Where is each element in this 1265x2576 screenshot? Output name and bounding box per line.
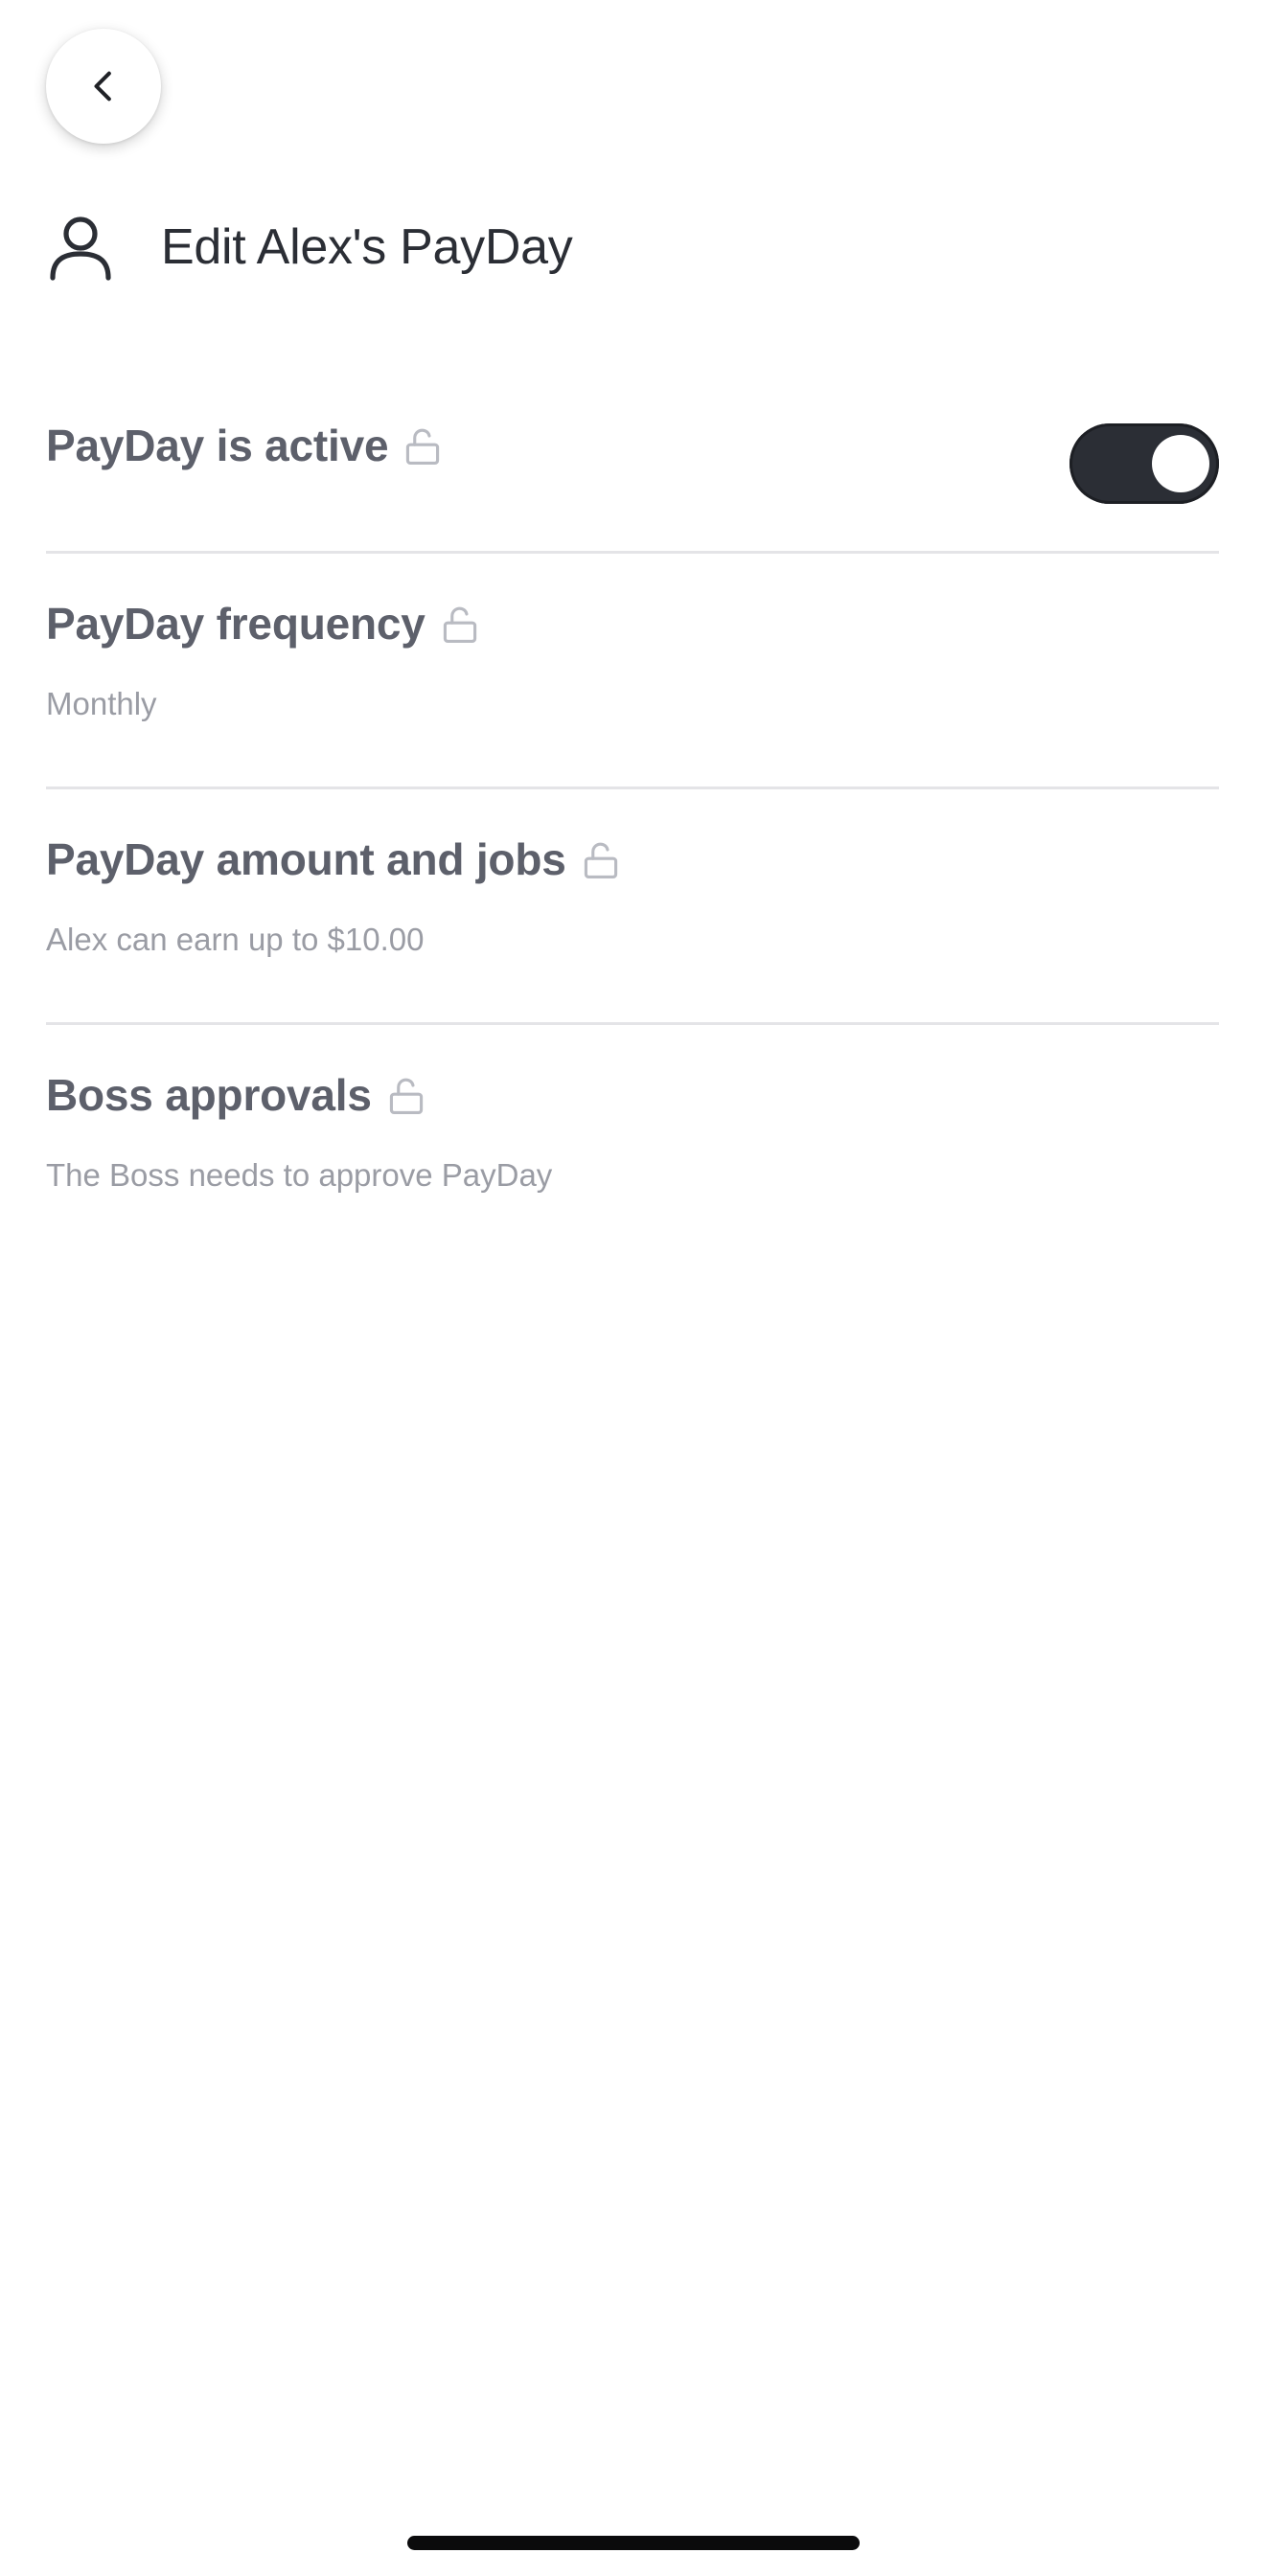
unlocked-icon (406, 428, 440, 465)
payday-amount-row[interactable]: PayDay amount and jobs Alex can earn up … (46, 789, 1219, 1025)
payday-amount-value: Alex can earn up to $10.00 (46, 922, 425, 957)
payday-active-toggle[interactable] (1070, 423, 1219, 504)
home-indicator[interactable] (407, 2536, 860, 2550)
payday-frequency-value: Monthly (46, 686, 157, 721)
toggle-knob (1152, 435, 1209, 492)
payday-amount-label: PayDay amount and jobs (46, 834, 566, 884)
payday-frequency-row[interactable]: PayDay frequency Monthly (46, 554, 1219, 789)
unlocked-icon (443, 606, 476, 643)
payday-frequency-label: PayDay frequency (46, 599, 426, 649)
boss-approvals-row[interactable]: Boss approvals The Boss needs to approve… (46, 1025, 1219, 1258)
boss-approvals-label: Boss approvals (46, 1070, 372, 1120)
chevron-left-icon (94, 71, 111, 102)
person-icon (50, 217, 111, 281)
page-title: Edit Alex's PayDay (161, 219, 573, 275)
back-button[interactable] (46, 29, 161, 144)
page-header: Edit Alex's PayDay (46, 209, 573, 285)
payday-active-label: PayDay is active (46, 421, 389, 470)
boss-approvals-value: The Boss needs to approve PayDay (46, 1157, 553, 1193)
unlocked-icon (389, 1078, 423, 1114)
unlocked-icon (584, 842, 617, 878)
payday-active-row: PayDay is active (46, 374, 1219, 554)
payday-settings-list: PayDay is active PayDay frequency Monthl… (46, 374, 1219, 1258)
